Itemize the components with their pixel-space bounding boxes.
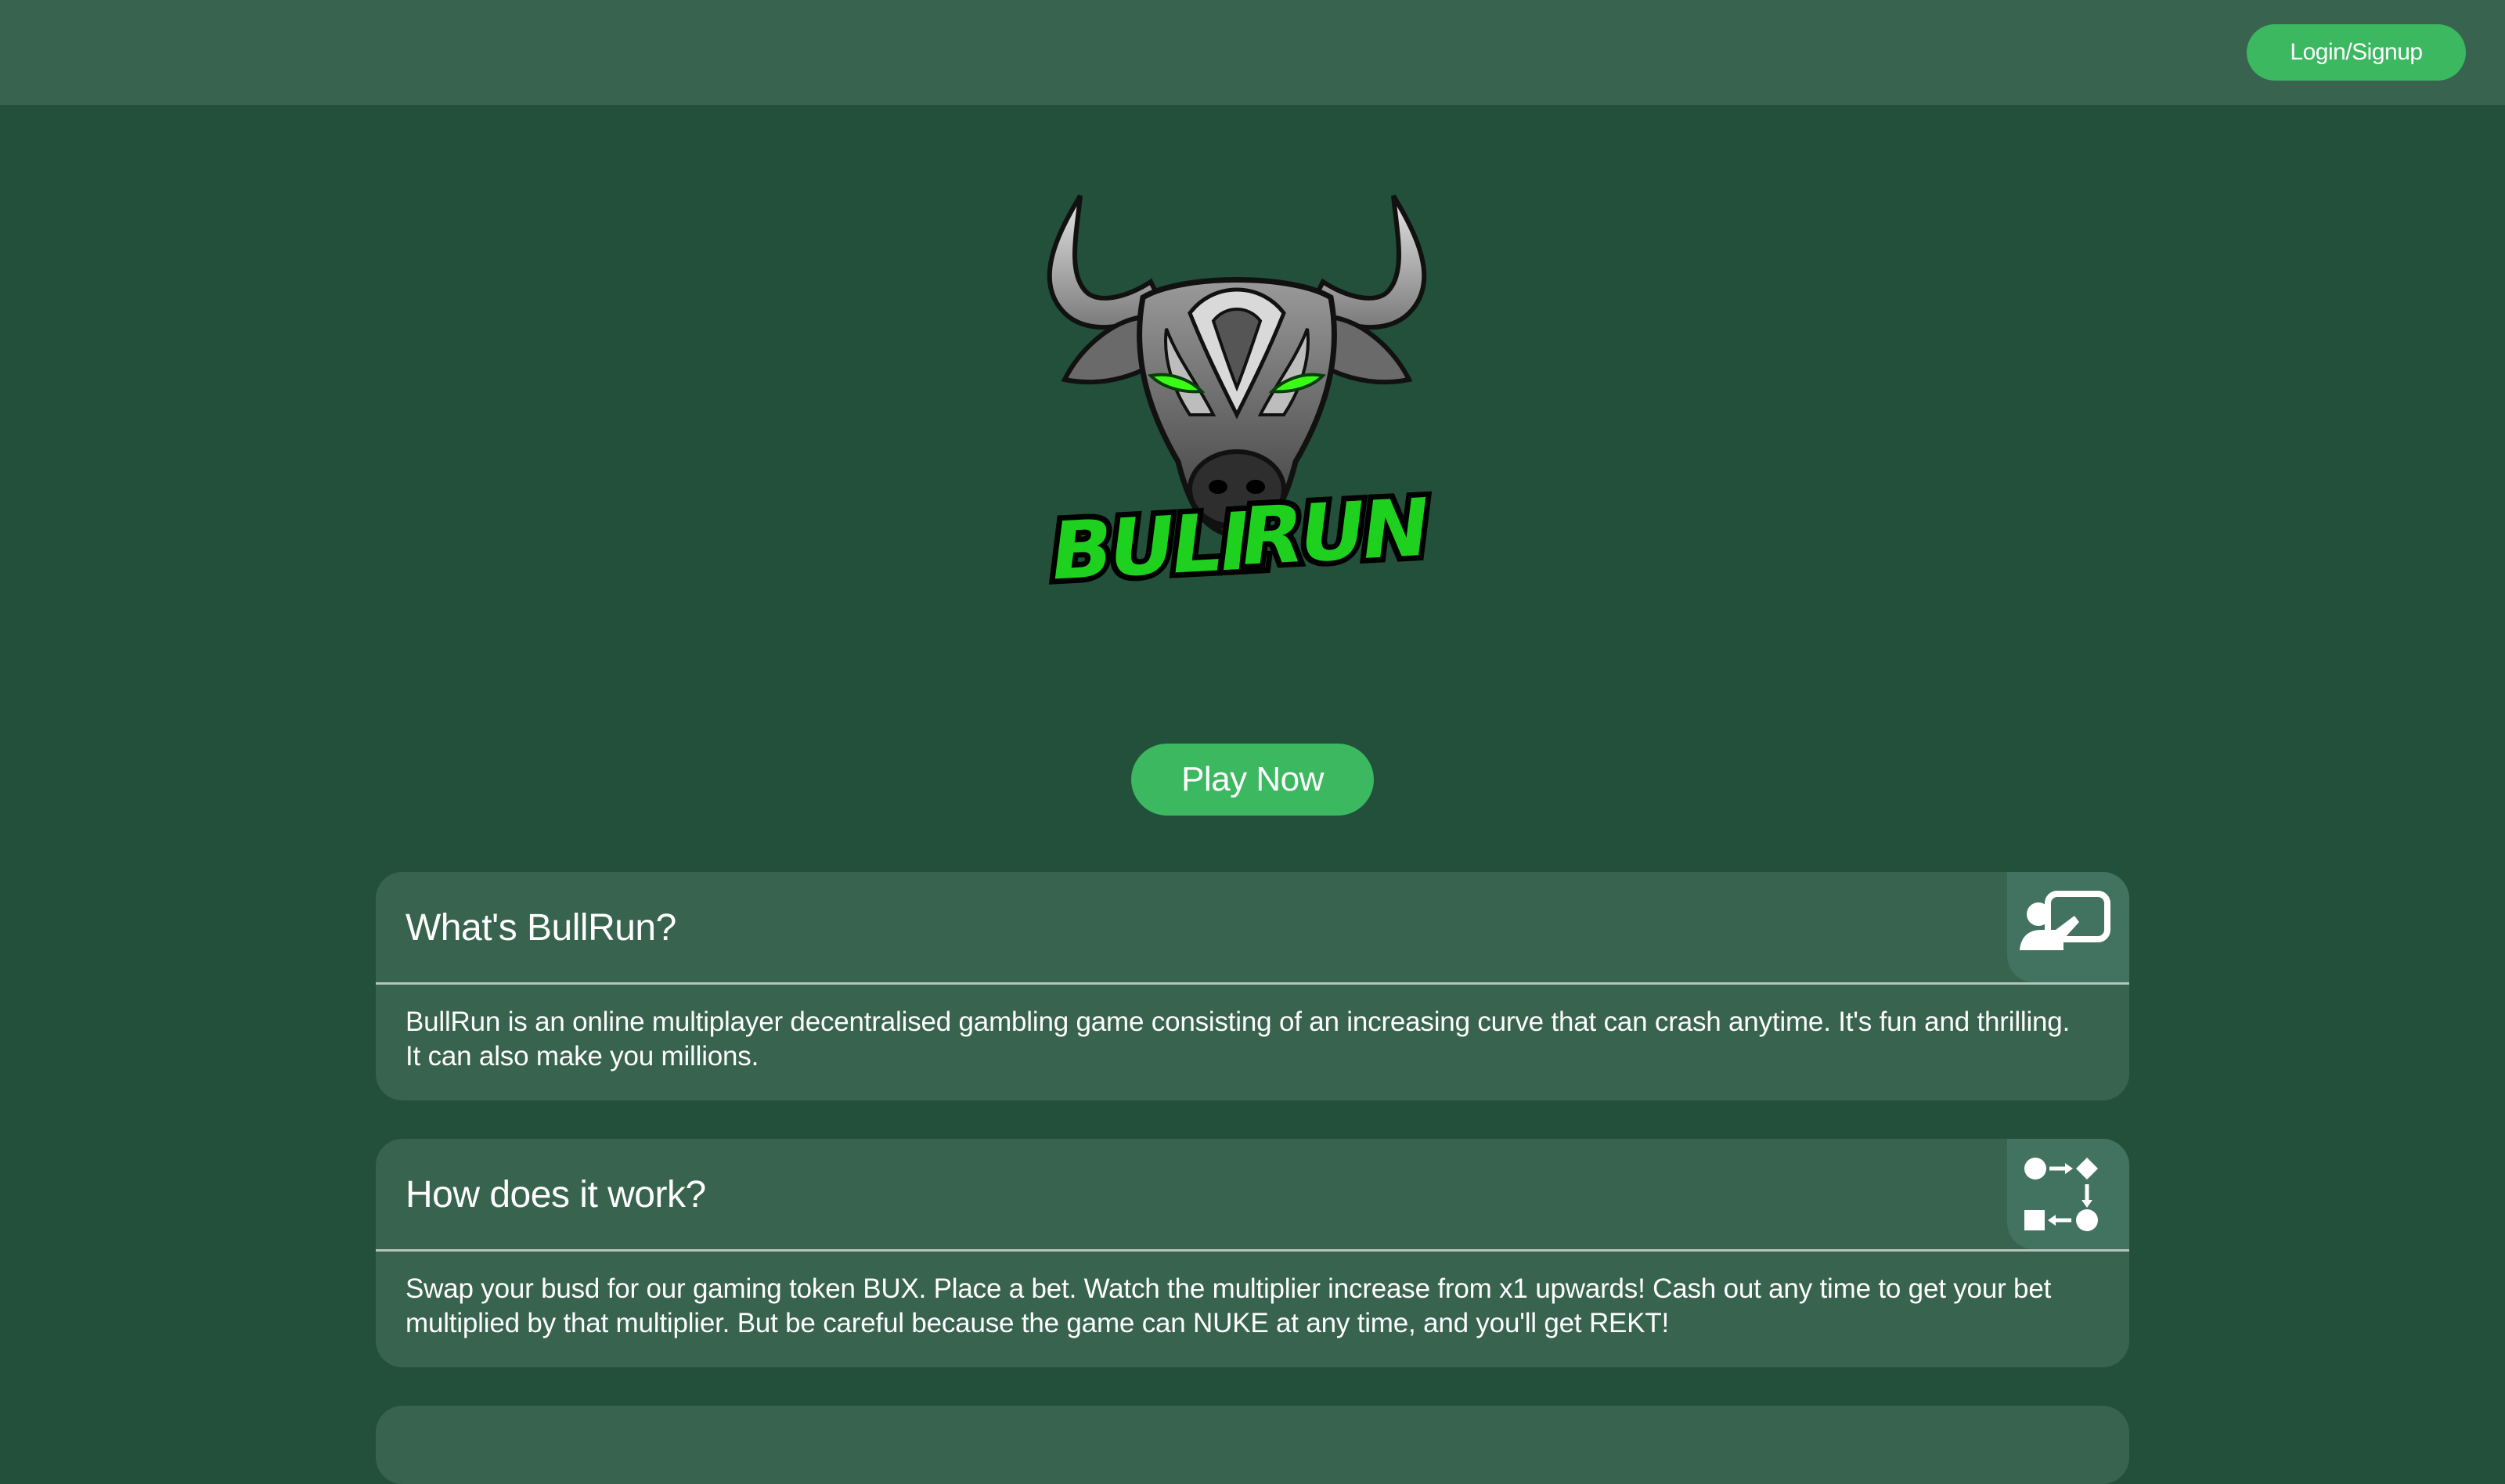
section-header: How does it work? [376,1139,2129,1252]
play-now-button[interactable]: Play Now [1131,744,1374,816]
workflow-icon [2007,1139,2129,1249]
login-signup-button[interactable]: Login/Signup [2247,24,2466,81]
bullrun-logo: BULL BULL RUN RUN [1033,180,1440,604]
section-card-how-it-works: How does it work? Swap your busd for our… [376,1139,2129,1367]
top-bar: Login/Signup [0,0,2505,105]
logo-text-run: RUN [1235,482,1432,584]
section-card-whats-bullrun: What's BullRun? BullRun is an online mul… [376,872,2129,1100]
section-body: Swap your busd for our gaming token BUX.… [405,1273,2052,1338]
presentation-icon [2007,872,2129,982]
section-body: BullRun is an online multiplayer decentr… [405,1007,2071,1072]
section-header: What's BullRun? [376,872,2129,985]
section-title: How does it work? [405,1174,706,1216]
section-title: What's BullRun? [405,907,676,949]
section-card-partial [376,1406,2129,1484]
